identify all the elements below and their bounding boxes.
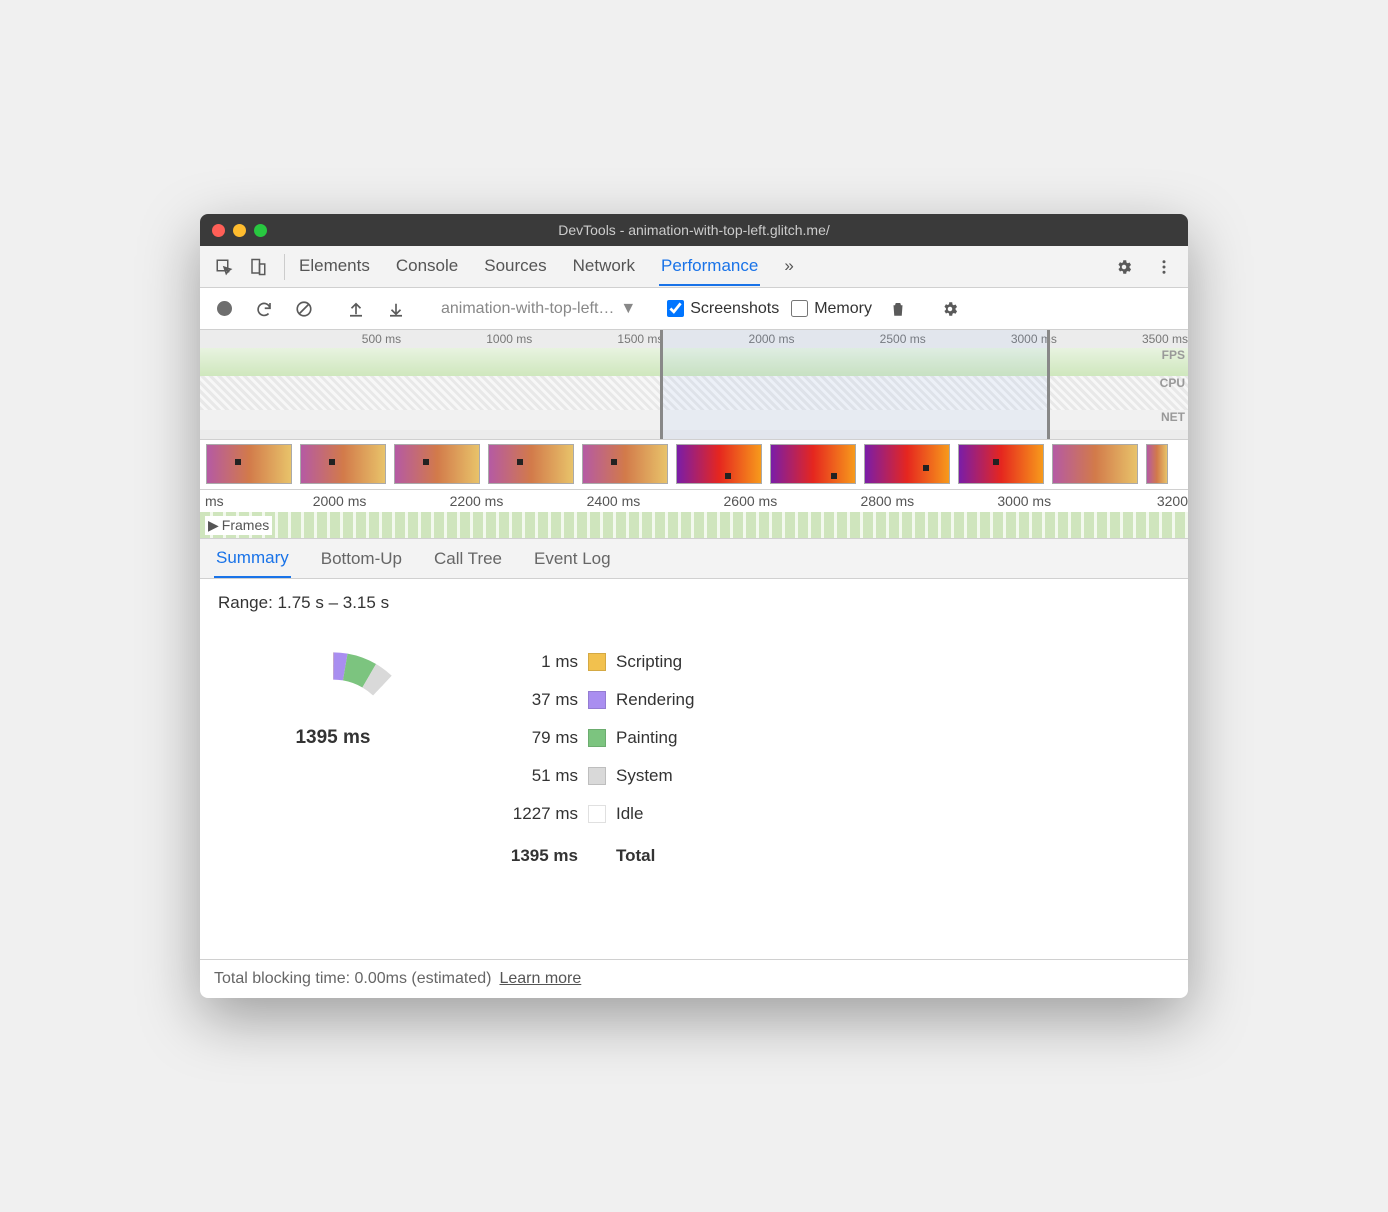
- legend-swatch: [588, 653, 606, 671]
- device-toolbar-icon[interactable]: [244, 253, 272, 281]
- load-profile-icon[interactable]: [342, 295, 370, 323]
- panel-tabs: Elements Console Sources Network Perform…: [297, 248, 1104, 286]
- legend-row: 37 ms Rendering: [488, 681, 694, 719]
- legend-swatch: [588, 767, 606, 785]
- frames-track[interactable]: ▶ Frames: [200, 512, 1188, 538]
- screenshots-label: Screenshots: [690, 300, 779, 318]
- main-toolbar: Elements Console Sources Network Perform…: [200, 246, 1188, 288]
- filmstrip-frame[interactable]: [394, 444, 480, 484]
- tab-console[interactable]: Console: [394, 248, 460, 286]
- legend-total-value: 1395 ms: [488, 846, 578, 866]
- legend-value: 79 ms: [488, 728, 578, 748]
- legend-label: Idle: [616, 804, 643, 824]
- garbage-collect-icon[interactable]: [884, 295, 912, 323]
- tab-elements[interactable]: Elements: [297, 248, 372, 286]
- performance-toolbar: animation-with-top-left… ▼ Screenshots M…: [200, 288, 1188, 330]
- filmstrip-frame[interactable]: [770, 444, 856, 484]
- net-label: NET: [1161, 410, 1185, 424]
- legend-row-total: 1395 ms Total: [488, 837, 694, 875]
- more-icon[interactable]: [1150, 253, 1178, 281]
- learn-more-link[interactable]: Learn more: [499, 970, 581, 988]
- legend-label: Scripting: [616, 652, 682, 672]
- legend-value: 37 ms: [488, 690, 578, 710]
- settings-icon[interactable]: [1110, 253, 1138, 281]
- filmstrip-frame[interactable]: [1052, 444, 1138, 484]
- reload-record-button[interactable]: [250, 295, 278, 323]
- summary-legend: 1 ms Scripting37 ms Rendering79 ms Paint…: [488, 643, 694, 875]
- window-title: DevTools - animation-with-top-left.glitc…: [200, 222, 1188, 238]
- filmstrip-frame[interactable]: [582, 444, 668, 484]
- clear-button[interactable]: [290, 295, 318, 323]
- tab-network[interactable]: Network: [571, 248, 637, 286]
- flamechart-ticks: ms 2000 ms2200 ms2400 ms2600 ms2800 ms30…: [200, 490, 1188, 512]
- filmstrip-frame[interactable]: [300, 444, 386, 484]
- titlebar[interactable]: DevTools - animation-with-top-left.glitc…: [200, 214, 1188, 246]
- screenshots-filmstrip[interactable]: [200, 440, 1188, 490]
- minimize-window-button[interactable]: [233, 224, 246, 237]
- overview-selection-window[interactable]: [660, 330, 1050, 439]
- legend-value: 1227 ms: [488, 804, 578, 824]
- tabs-overflow-icon[interactable]: »: [782, 248, 795, 286]
- filmstrip-frame[interactable]: [958, 444, 1044, 484]
- cpu-label: CPU: [1160, 376, 1185, 390]
- screenshots-checkbox-input[interactable]: [667, 300, 684, 317]
- filmstrip-frame[interactable]: [864, 444, 950, 484]
- filmstrip-frame[interactable]: [676, 444, 762, 484]
- tab-call-tree[interactable]: Call Tree: [432, 541, 504, 577]
- range-label: Range: 1.75 s – 3.15 s: [218, 593, 1170, 613]
- save-profile-icon[interactable]: [382, 295, 410, 323]
- chevron-down-icon: ▼: [620, 300, 636, 318]
- legend-label: System: [616, 766, 673, 786]
- fps-label: FPS: [1162, 348, 1185, 362]
- frames-label: Frames: [222, 517, 269, 533]
- expand-icon: ▶: [208, 517, 219, 534]
- profile-selector[interactable]: animation-with-top-left… ▼: [434, 297, 643, 321]
- legend-row: 79 ms Painting: [488, 719, 694, 757]
- filmstrip-frame[interactable]: [488, 444, 574, 484]
- legend-value: 1 ms: [488, 652, 578, 672]
- details-tabs: Summary Bottom-Up Call Tree Event Log: [200, 539, 1188, 579]
- summary-donut-chart: 1395 ms: [238, 643, 428, 833]
- summary-panel: Range: 1.75 s – 3.15 s 1395 ms 1 ms Scri…: [200, 579, 1188, 959]
- window-controls: [212, 224, 267, 237]
- blocking-time-text: Total blocking time: 0.00ms (estimated): [214, 970, 491, 988]
- frames-track-header[interactable]: ▶ Frames: [205, 516, 272, 535]
- close-window-button[interactable]: [212, 224, 225, 237]
- timeline-overview[interactable]: 500 ms1000 ms1500 ms2000 ms2500 ms3000 m…: [200, 330, 1188, 440]
- inspect-icon[interactable]: [210, 253, 238, 281]
- tab-sources[interactable]: Sources: [482, 248, 548, 286]
- filmstrip-frame[interactable]: [206, 444, 292, 484]
- legend-row: 1227 ms Idle: [488, 795, 694, 833]
- tab-summary[interactable]: Summary: [214, 540, 291, 578]
- capture-settings-icon[interactable]: [936, 295, 964, 323]
- legend-label: Rendering: [616, 690, 694, 710]
- legend-swatch: [588, 729, 606, 747]
- tab-bottom-up[interactable]: Bottom-Up: [319, 541, 404, 577]
- devtools-window: DevTools - animation-with-top-left.glitc…: [200, 214, 1188, 998]
- profile-selector-label: animation-with-top-left…: [441, 300, 614, 318]
- tab-performance[interactable]: Performance: [659, 248, 760, 286]
- screenshots-checkbox[interactable]: Screenshots: [667, 300, 779, 318]
- footer-bar: Total blocking time: 0.00ms (estimated) …: [200, 959, 1188, 998]
- flamechart[interactable]: ms 2000 ms2200 ms2400 ms2600 ms2800 ms30…: [200, 490, 1188, 539]
- legend-row: 1 ms Scripting: [488, 643, 694, 681]
- legend-label: Painting: [616, 728, 677, 748]
- zoom-window-button[interactable]: [254, 224, 267, 237]
- legend-value: 51 ms: [488, 766, 578, 786]
- donut-center-value: 1395 ms: [238, 643, 428, 833]
- legend-row: 51 ms System: [488, 757, 694, 795]
- memory-checkbox[interactable]: Memory: [791, 300, 872, 318]
- tab-event-log[interactable]: Event Log: [532, 541, 613, 577]
- legend-total-label: Total: [616, 846, 655, 866]
- memory-checkbox-input[interactable]: [791, 300, 808, 317]
- legend-swatch: [588, 691, 606, 709]
- legend-swatch: [588, 805, 606, 823]
- filmstrip-frame[interactable]: [1146, 444, 1168, 484]
- record-button[interactable]: [210, 295, 238, 323]
- memory-label: Memory: [814, 300, 872, 318]
